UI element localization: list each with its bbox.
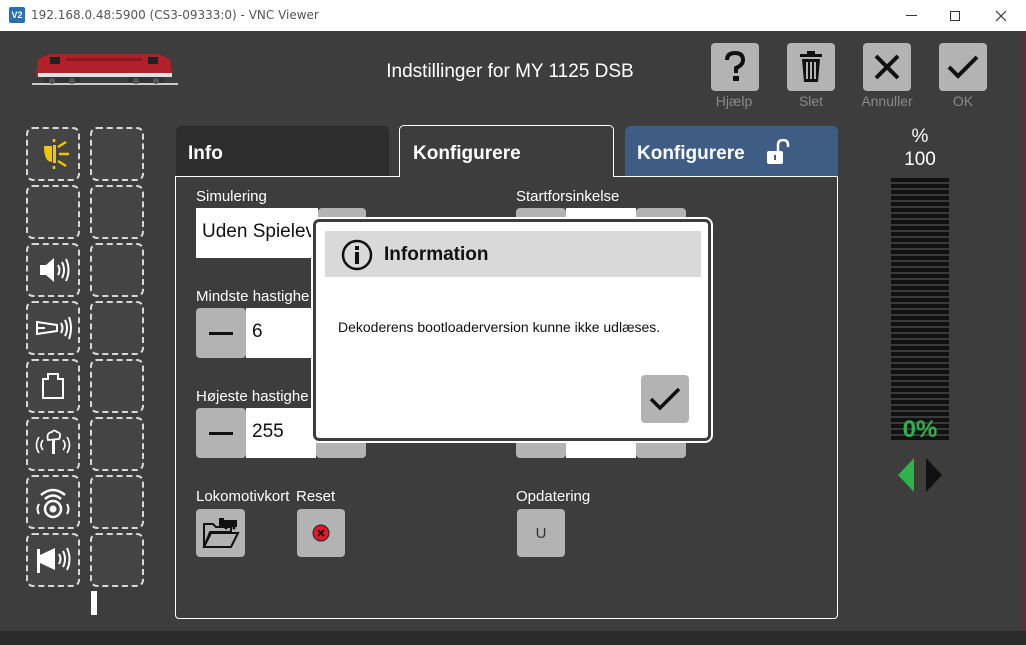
function-button-smoke[interactable] — [26, 417, 80, 471]
simulering-select[interactable]: Uden Spielev — [196, 208, 318, 258]
vnc-logo: V2 — [9, 7, 25, 23]
help-button[interactable] — [711, 43, 759, 91]
announcement-icon — [37, 547, 71, 573]
info-icon — [341, 239, 373, 271]
close-icon — [995, 10, 1007, 21]
tab-konfigurere[interactable]: Konfigurere — [399, 125, 614, 177]
function-button-sound[interactable] — [26, 243, 80, 297]
function-button-empty[interactable] — [90, 417, 144, 471]
close-icon — [874, 54, 900, 80]
function-button-horn[interactable] — [26, 301, 80, 355]
startforsinkelse-label: Startforsinkelse — [516, 188, 620, 205]
page-title: Indstillinger for MY 1125 DSB — [386, 61, 634, 82]
window-titlebar: V2 192.168.0.48:5900 (CS3-09333:0) - VNC… — [0, 0, 1026, 31]
maximize-icon — [950, 10, 960, 21]
simulering-label: Simulering — [196, 188, 267, 205]
app-bottom-bar — [0, 631, 1026, 645]
signal-icon — [36, 488, 70, 519]
dialog-message: Dekoderens bootloaderversion kunne ikke … — [338, 319, 661, 335]
minus-icon — [209, 331, 233, 335]
folder-train-icon — [201, 518, 240, 548]
direction-right-icon[interactable] — [924, 456, 944, 494]
opdatering-label: Opdatering — [516, 488, 591, 505]
function-button-empty[interactable] — [26, 185, 80, 239]
check-icon — [649, 387, 681, 411]
light-icon — [44, 139, 69, 169]
speed-unit: % — [911, 126, 929, 147]
window-title: 192.168.0.48:5900 (CS3-09333:0) - VNC Vi… — [31, 8, 319, 22]
ok-label: OK — [952, 93, 974, 109]
unlock-icon — [767, 139, 790, 164]
min-speed-field[interactable]: 6 — [246, 308, 316, 358]
speed-max: 100 — [904, 149, 936, 170]
weight-icon — [42, 373, 64, 399]
reset-label: Reset — [296, 488, 336, 505]
function-button-empty[interactable] — [90, 127, 144, 181]
direction-left-icon[interactable] — [896, 456, 916, 494]
function-button-empty[interactable] — [90, 475, 144, 529]
tab-info[interactable]: Info — [176, 126, 389, 176]
information-dialog: Information Dekoderens bootloaderversion… — [311, 217, 713, 443]
function-button-weight[interactable] — [26, 359, 80, 413]
function-button-empty[interactable] — [90, 243, 144, 297]
cancel-button[interactable] — [863, 43, 911, 91]
scroll-handle[interactable] — [91, 591, 97, 615]
dialog-header: Information — [325, 231, 701, 277]
ok-button[interactable] — [939, 43, 987, 91]
minimize-icon — [905, 15, 917, 16]
max-speed-label: Højeste hastighe — [196, 388, 309, 405]
question-icon — [725, 50, 746, 81]
background-strip — [1022, 31, 1026, 631]
delete-label: Slet — [798, 93, 824, 109]
check-icon — [947, 55, 979, 79]
minimize-button[interactable] — [888, 0, 934, 31]
minus-icon — [209, 431, 233, 435]
help-label: Hjælp — [715, 93, 753, 109]
opdatering-button[interactable]: U — [517, 509, 565, 557]
locomotive-image — [32, 54, 178, 85]
tab-info-label: Info — [188, 143, 223, 164]
sound-icon — [40, 258, 70, 282]
function-button-empty[interactable] — [90, 301, 144, 355]
min-speed-label: Mindste hastighe — [196, 288, 310, 305]
smoke-icon — [35, 429, 71, 454]
maximize-button[interactable] — [932, 0, 978, 31]
function-button-empty[interactable] — [90, 533, 144, 587]
reset-icon — [312, 524, 330, 542]
max-speed-decrease-button[interactable] — [196, 408, 246, 458]
function-button-announcement[interactable] — [26, 533, 80, 587]
function-button-empty[interactable] — [90, 359, 144, 413]
function-button-signal[interactable] — [26, 475, 80, 529]
panel-border — [175, 176, 400, 177]
cancel-label: Annuller — [861, 93, 913, 109]
trash-icon — [800, 51, 822, 82]
tab-konfigurere-label: Konfigurere — [413, 143, 521, 164]
speed-meter — [891, 178, 949, 441]
lokomotivkort-button[interactable] — [196, 509, 245, 557]
lokomotivkort-label: Lokomotivkort — [196, 488, 290, 505]
delete-button[interactable] — [787, 43, 835, 91]
dialog-ok-button[interactable] — [641, 375, 689, 423]
function-button-empty[interactable] — [90, 185, 144, 239]
tab-konfigurere-advanced[interactable]: Konfigurere — [625, 126, 838, 176]
window-close-button[interactable] — [978, 0, 1024, 31]
max-speed-field[interactable]: 255 — [246, 408, 316, 458]
tab-konfigurere-advanced-label: Konfigurere — [637, 143, 745, 164]
speed-current: 0% — [902, 416, 938, 443]
function-button-light[interactable] — [26, 127, 80, 181]
horn-icon — [36, 316, 72, 340]
reset-button[interactable] — [297, 509, 345, 557]
dialog-title: Information — [384, 244, 489, 265]
min-speed-decrease-button[interactable] — [196, 308, 246, 358]
panel-border — [613, 176, 838, 177]
